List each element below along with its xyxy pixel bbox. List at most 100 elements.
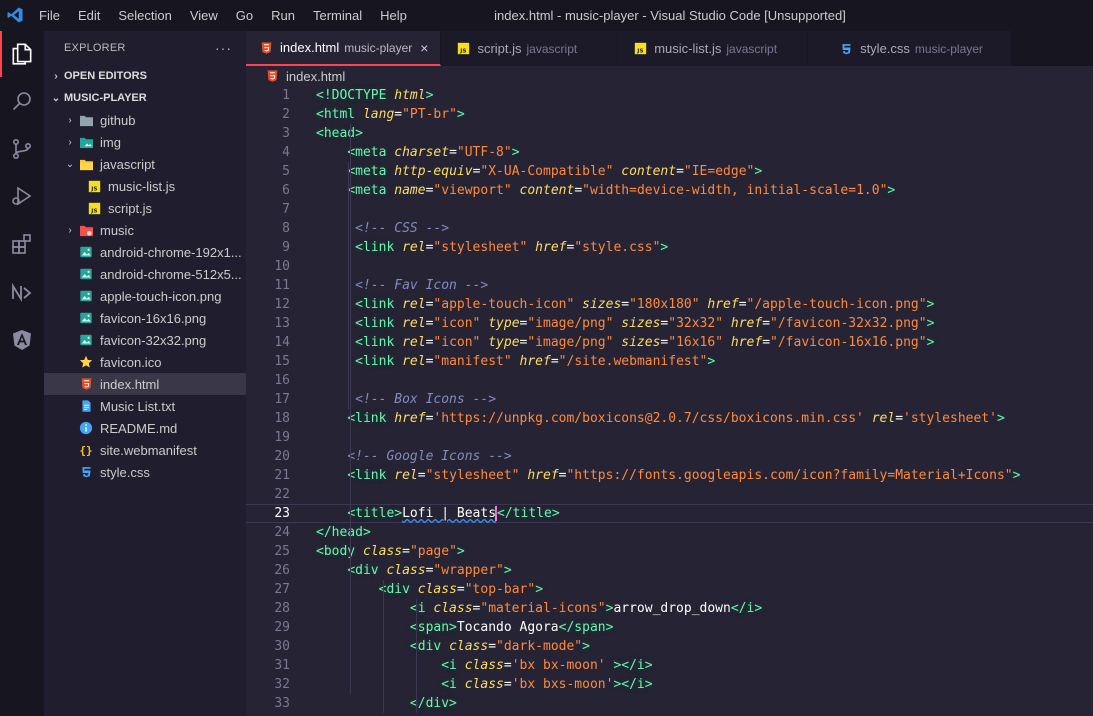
file-tree-item[interactable]: android-chrome-192x1... — [44, 241, 246, 263]
nx-icon[interactable] — [7, 277, 37, 307]
code-line[interactable]: 29 <span>Tocando Agora</span> — [246, 618, 1093, 637]
svg-text:JS: JS — [636, 49, 643, 55]
file-tree-item[interactable]: style.css — [44, 461, 246, 483]
close-tab-icon[interactable]: × — [420, 40, 428, 56]
code-line[interactable]: 26 <div class="wrapper"> — [246, 561, 1093, 580]
code-text: <title>Lofi | Beats</title> — [316, 505, 560, 522]
code-line[interactable]: 21 <link rel="stylesheet" href="https://… — [246, 466, 1093, 485]
code-line[interactable]: 31 <i class='bx bx-moon' ></i> — [246, 656, 1093, 675]
code-line[interactable]: 33 </div> — [246, 694, 1093, 713]
more-actions-icon[interactable]: ··· — [215, 40, 232, 56]
code-line[interactable]: 2 <html lang="PT-br"> — [246, 105, 1093, 124]
code-line[interactable]: 11 <!-- Fav Icon --> — [246, 276, 1093, 295]
code-line[interactable]: 23 <title>Lofi | Beats</title> — [246, 504, 1093, 523]
code-line[interactable]: 6 <meta name="viewport" content="width=d… — [246, 181, 1093, 200]
menu-item-view[interactable]: View — [181, 8, 227, 23]
line-number: 12 — [274, 297, 290, 312]
menu-item-terminal[interactable]: Terminal — [304, 8, 371, 23]
tab-music-list-js[interactable]: JS music-list.js javascript — [618, 31, 809, 66]
code-text: <html lang="PT-br"> — [316, 105, 465, 124]
file-tree-item[interactable]: {} site.webmanifest — [44, 439, 246, 461]
code-line[interactable]: 12 <link rel="apple-touch-icon" sizes="1… — [246, 295, 1093, 314]
file-tree-item[interactable]: JS script.js — [44, 197, 246, 219]
code-line[interactable]: 9 <link rel="stylesheet" href="style.css… — [246, 238, 1093, 257]
token-cm: <!-- Google Icons --> — [347, 449, 512, 464]
project-section[interactable]: ⌄ MUSIC-PLAYER — [44, 87, 246, 109]
breadcrumb[interactable]: index.html — [246, 66, 1093, 86]
tab-index-html[interactable]: index.html music-player × — [246, 31, 442, 66]
menu-item-edit[interactable]: Edit — [69, 8, 109, 23]
line-number: 16 — [274, 373, 290, 388]
code-line[interactable]: 28 <i class="material-icons">arrow_drop_… — [246, 599, 1093, 618]
search-icon[interactable] — [7, 86, 37, 116]
token-tag: </head> — [316, 525, 371, 540]
menu-item-run[interactable]: Run — [262, 8, 304, 23]
window-title: index.html - music-player - Visual Studi… — [494, 8, 846, 23]
line-number: 18 — [274, 411, 290, 426]
code-line[interactable]: 16 — [246, 371, 1093, 390]
code-line[interactable]: 18 <link href = 'https://unpkg.com/boxicon… — [246, 409, 1093, 428]
file-tree-item[interactable]: Music List.txt — [44, 395, 246, 417]
file-tree-item[interactable]: › github — [44, 109, 246, 131]
extensions-icon[interactable] — [7, 229, 37, 259]
token-tag: <title> — [347, 506, 403, 521]
code-line[interactable]: 10 — [246, 257, 1093, 276]
token-tag: > — [926, 316, 935, 331]
png-file-icon — [78, 332, 94, 348]
token-str: "page" — [409, 544, 457, 559]
token-str: "UTF-8" — [456, 145, 512, 160]
code-line[interactable]: 1 <!DOCTYPE html> — [246, 86, 1093, 105]
explorer-icon[interactable] — [7, 39, 37, 69]
file-tree-item[interactable]: › music — [44, 219, 246, 241]
menu-item-selection[interactable]: Selection — [109, 8, 180, 23]
explorer-header: EXPLORER ··· — [44, 31, 246, 65]
file-tree-item[interactable]: ⌄ javascript — [44, 153, 246, 175]
tab-description: music-player — [914, 41, 983, 56]
token-tag: > — [926, 335, 935, 350]
angular-icon[interactable] — [7, 325, 37, 355]
menu-item-go[interactable]: Go — [227, 8, 262, 23]
file-tree-item[interactable]: README.md — [44, 417, 246, 439]
token-str: "image/png" — [527, 316, 614, 331]
file-tree-item[interactable]: favicon-32x32.png — [44, 329, 246, 351]
file-tree-item[interactable]: JS music-list.js — [44, 175, 246, 197]
file-tree-item[interactable]: › img — [44, 131, 246, 153]
code-line[interactable]: 22 — [246, 485, 1093, 504]
open-editors-section[interactable]: › OPEN EDITORS — [44, 65, 246, 87]
menu-item-file[interactable]: File — [30, 8, 69, 23]
file-tree-item[interactable]: apple-touch-icon.png — [44, 285, 246, 307]
code-line[interactable]: 4 <meta charset="UTF-8"> — [246, 143, 1093, 162]
token-tag: <i — [409, 601, 434, 616]
code-line[interactable]: 3 <head> — [246, 124, 1093, 143]
code-line[interactable]: 14 <link rel="icon" type="image/png" siz… — [246, 333, 1093, 352]
token-str: "icon" — [433, 335, 481, 350]
token-str: "/favicon-32x32.png" — [770, 316, 927, 331]
code-editor[interactable]: 1 <!DOCTYPE html> 2 <html lang="PT-br"> 3 <he… — [246, 86, 1093, 716]
file-name: Music List.txt — [100, 398, 176, 414]
tab-label: index.html — [280, 40, 340, 55]
code-line[interactable]: 30 <div class="dark-mode"> — [246, 637, 1093, 656]
code-line[interactable]: 13 <link rel="icon" type="image/png" siz… — [246, 314, 1093, 333]
token-attr: content — [519, 183, 575, 198]
file-tree-item[interactable]: favicon-16x16.png — [44, 307, 246, 329]
token-attr: charset — [394, 145, 450, 160]
file-tree-item[interactable]: android-chrome-512x5... — [44, 263, 246, 285]
file-tree-item[interactable]: favicon.ico — [44, 351, 246, 373]
code-line[interactable]: 5 <meta http-equiv = "X-UA-Compatible" con… — [246, 162, 1093, 181]
code-line[interactable]: 32 <i class='bx bxs-moon'></i> — [246, 675, 1093, 694]
code-line[interactable]: 24 </head> — [246, 523, 1093, 542]
code-line[interactable]: 7 — [246, 200, 1093, 219]
tab-style-css[interactable]: style.css music-player — [808, 31, 1012, 66]
code-line[interactable]: 15 <link rel="manifest" href="/site.webm… — [246, 352, 1093, 371]
code-line[interactable]: 25 <body class="page"> — [246, 542, 1093, 561]
code-line[interactable]: 17 <!-- Box Icons --> — [246, 390, 1093, 409]
run-debug-icon[interactable] — [7, 181, 37, 211]
file-tree-item[interactable]: index.html — [44, 373, 246, 395]
code-line[interactable]: 27 <div class="top-bar"> — [246, 580, 1093, 599]
tab-script-js[interactable]: JS script.js javascript — [441, 31, 619, 66]
code-line[interactable]: 19 — [246, 428, 1093, 447]
source-control-icon[interactable] — [7, 134, 37, 164]
png-file-icon — [78, 244, 94, 260]
code-line[interactable]: 8 <!-- CSS --> — [246, 219, 1093, 238]
code-line[interactable]: 20 <!-- Google Icons --> — [246, 447, 1093, 466]
